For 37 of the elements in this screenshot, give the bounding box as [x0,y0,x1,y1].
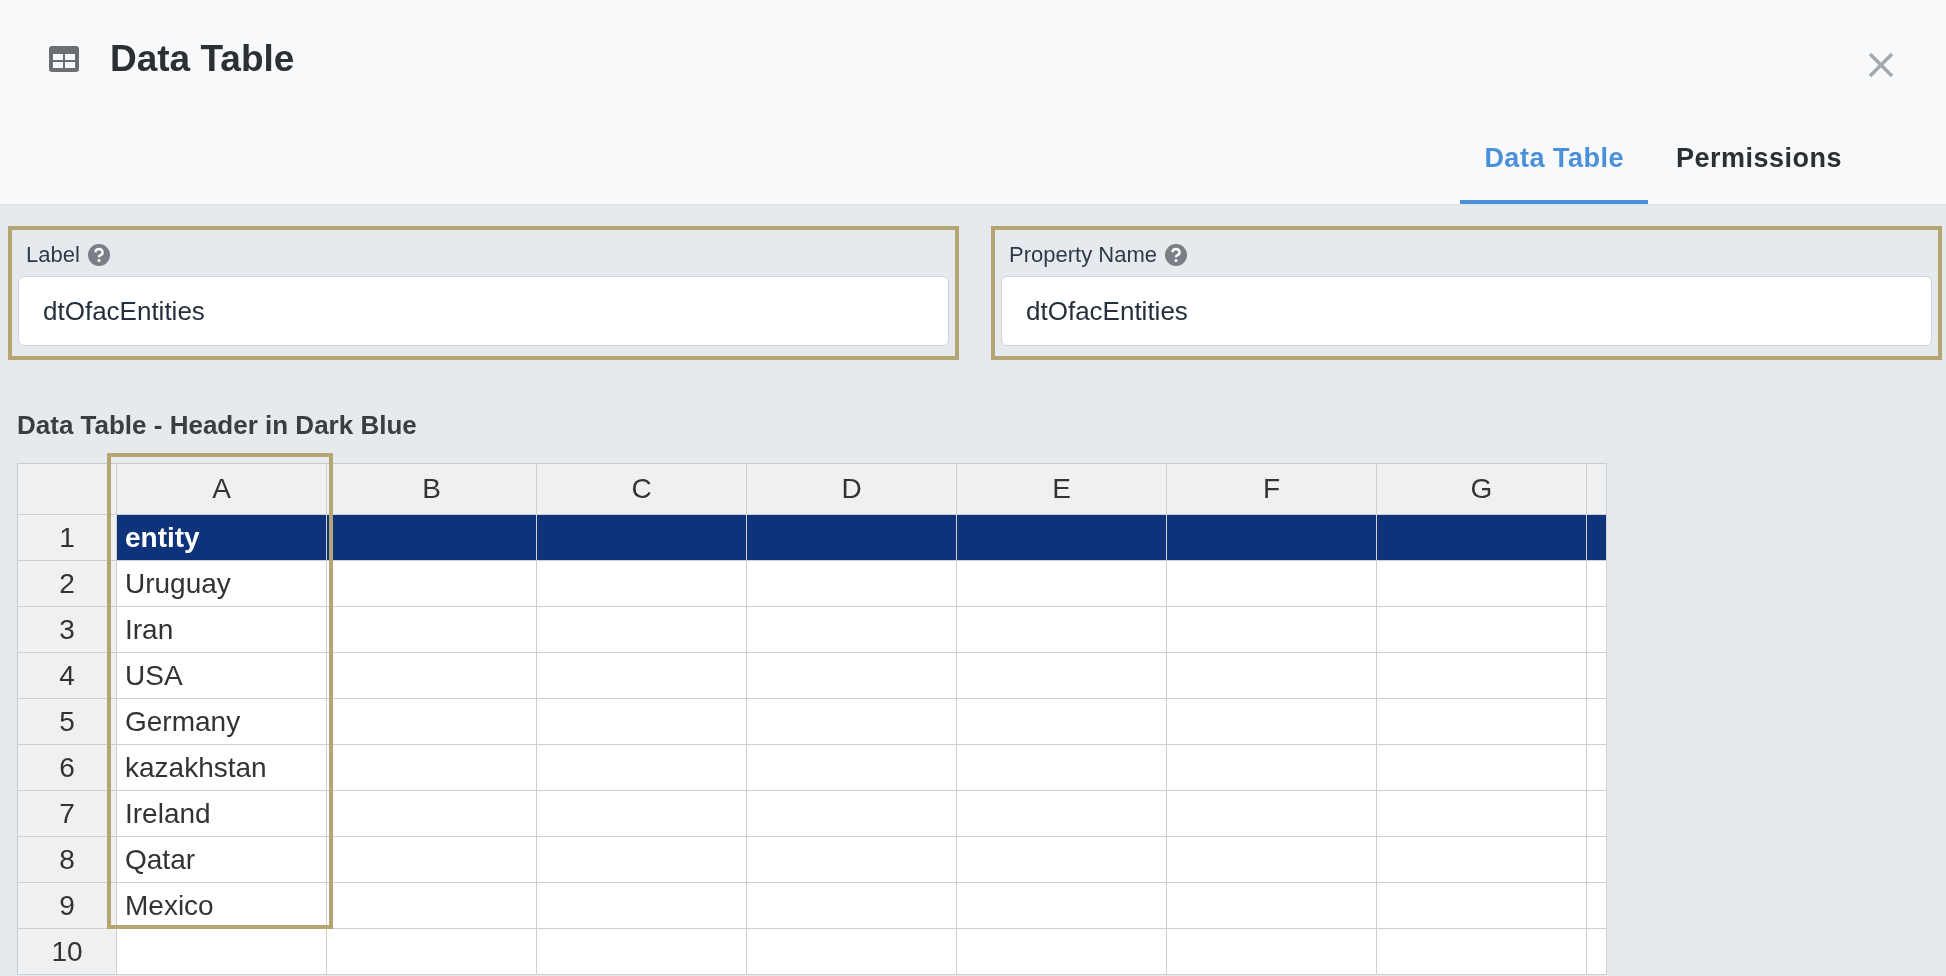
table-icon [48,45,80,73]
table-cell: kazakhstan [117,745,327,791]
row-header: 4 [18,653,117,699]
row-header: 5 [18,699,117,745]
field-label: Property Name [1009,242,1157,268]
column-header[interactable]: D [747,464,957,515]
field-label: Label [26,242,80,268]
column-header[interactable]: F [1167,464,1377,515]
column-header[interactable]: E [957,464,1167,515]
header-row-cell: entity [117,515,327,561]
row-header: 9 [18,883,117,929]
row-header: 1 [18,515,117,561]
row-header: 8 [18,837,117,883]
column-header[interactable]: C [537,464,747,515]
table-cell: Qatar [117,837,327,883]
dialog-title: Data Table [110,38,295,80]
column-header[interactable]: G [1377,464,1587,515]
column-header[interactable]: B [327,464,537,515]
table-cell: Iran [117,607,327,653]
help-icon[interactable] [87,244,110,266]
row-header: 10 [18,929,117,975]
help-icon[interactable] [1164,244,1187,266]
column-header[interactable]: A [117,464,327,515]
table-cell: Uruguay [117,561,327,607]
table-cell: Mexico [117,883,327,929]
table-cell: Ireland [117,791,327,837]
text-field[interactable]: dtOfacEntities [1001,276,1932,346]
table-cell: Germany [117,699,327,745]
close-icon[interactable] [1866,50,1896,80]
text-field[interactable]: dtOfacEntities [18,276,949,346]
row-header: 3 [18,607,117,653]
row-header: 6 [18,745,117,791]
table-title: Data Table - Header in Dark Blue [17,410,418,441]
tab[interactable]: Permissions [1651,143,1866,204]
table-cell: USA [117,653,327,699]
row-header: 2 [18,561,117,607]
row-header: 7 [18,791,117,837]
